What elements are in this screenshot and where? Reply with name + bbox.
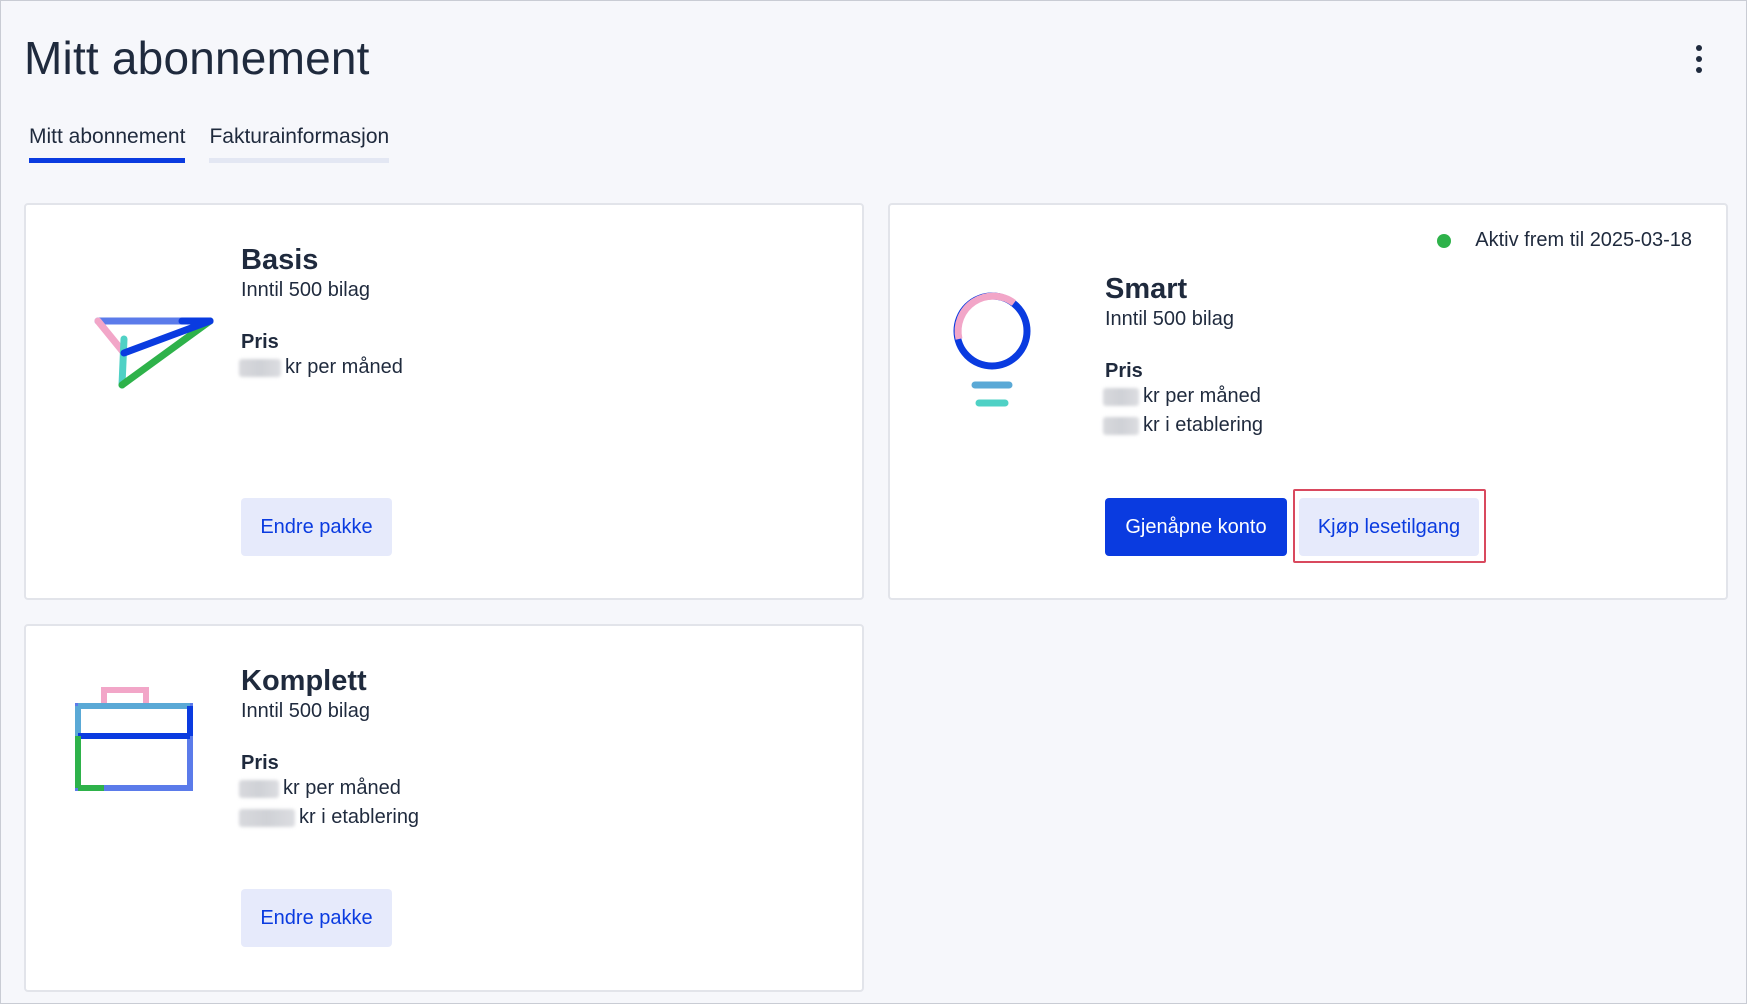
redacted-amount — [239, 358, 281, 377]
monthly-price-suffix: kr per måned — [285, 356, 403, 378]
plan-subtitle: Inntil 500 bilag — [1105, 308, 1234, 330]
plan-name: Smart — [1105, 273, 1188, 305]
price-label: Pris — [1105, 360, 1143, 382]
briefcase-icon — [75, 687, 193, 791]
page-title: Mitt abonnement — [24, 32, 370, 84]
vertical-dots-icon[interactable] — [1683, 43, 1715, 75]
status-text: Aktiv frem til 2025-03-18 — [1475, 229, 1692, 251]
redacted-amount — [1103, 416, 1139, 435]
redacted-amount — [239, 808, 295, 827]
plan-subtitle: Inntil 500 bilag — [241, 700, 370, 722]
tab-mitt-abonnement[interactable]: Mitt abonnement — [29, 125, 186, 163]
price-label: Pris — [241, 752, 279, 774]
plan-name: Komplett — [241, 665, 367, 697]
monthly-price: kr per måned — [239, 356, 403, 379]
status-badge: Aktiv frem til 2025-03-18 — [1437, 229, 1692, 252]
paper-plane-icon — [94, 317, 214, 389]
monthly-price-suffix: kr per måned — [1143, 385, 1261, 407]
setup-price: kr i etablering — [1103, 414, 1263, 437]
subscription-page: Mitt abonnement Mitt abonnement Fakturai… — [0, 0, 1747, 1004]
plan-name: Basis — [241, 244, 319, 276]
lightbulb-icon — [953, 292, 1031, 407]
reopen-account-button[interactable]: Gjenåpne konto — [1105, 498, 1287, 556]
redacted-amount — [1103, 387, 1139, 406]
plan-card-smart: Aktiv frem til 2025-03-18 Smart Inntil 5… — [888, 203, 1728, 600]
change-plan-button[interactable]: Endre pakke — [241, 889, 392, 947]
monthly-price: kr per måned — [1103, 385, 1261, 408]
change-plan-button[interactable]: Endre pakke — [241, 498, 392, 556]
monthly-price: kr per måned — [239, 777, 401, 800]
setup-price-suffix: kr i etablering — [1143, 414, 1264, 436]
tab-fakturainformasjon[interactable]: Fakturainformasjon — [209, 125, 390, 163]
setup-price: kr i etablering — [239, 806, 419, 829]
status-dot-icon — [1437, 233, 1452, 248]
setup-price-suffix: kr i etablering — [299, 806, 420, 828]
price-label: Pris — [241, 331, 279, 353]
plan-card-basis: Basis Inntil 500 bilag Pris kr per måned… — [24, 203, 864, 600]
plan-card-komplett: Komplett Inntil 500 bilag Pris kr per må… — [24, 624, 864, 992]
redacted-amount — [239, 779, 279, 798]
tab-bar: Mitt abonnement Fakturainformasjon — [29, 125, 390, 163]
monthly-price-suffix: kr per måned — [283, 777, 401, 799]
plan-subtitle: Inntil 500 bilag — [241, 279, 370, 301]
buy-read-access-button[interactable]: Kjøp lesetilgang — [1299, 498, 1479, 556]
